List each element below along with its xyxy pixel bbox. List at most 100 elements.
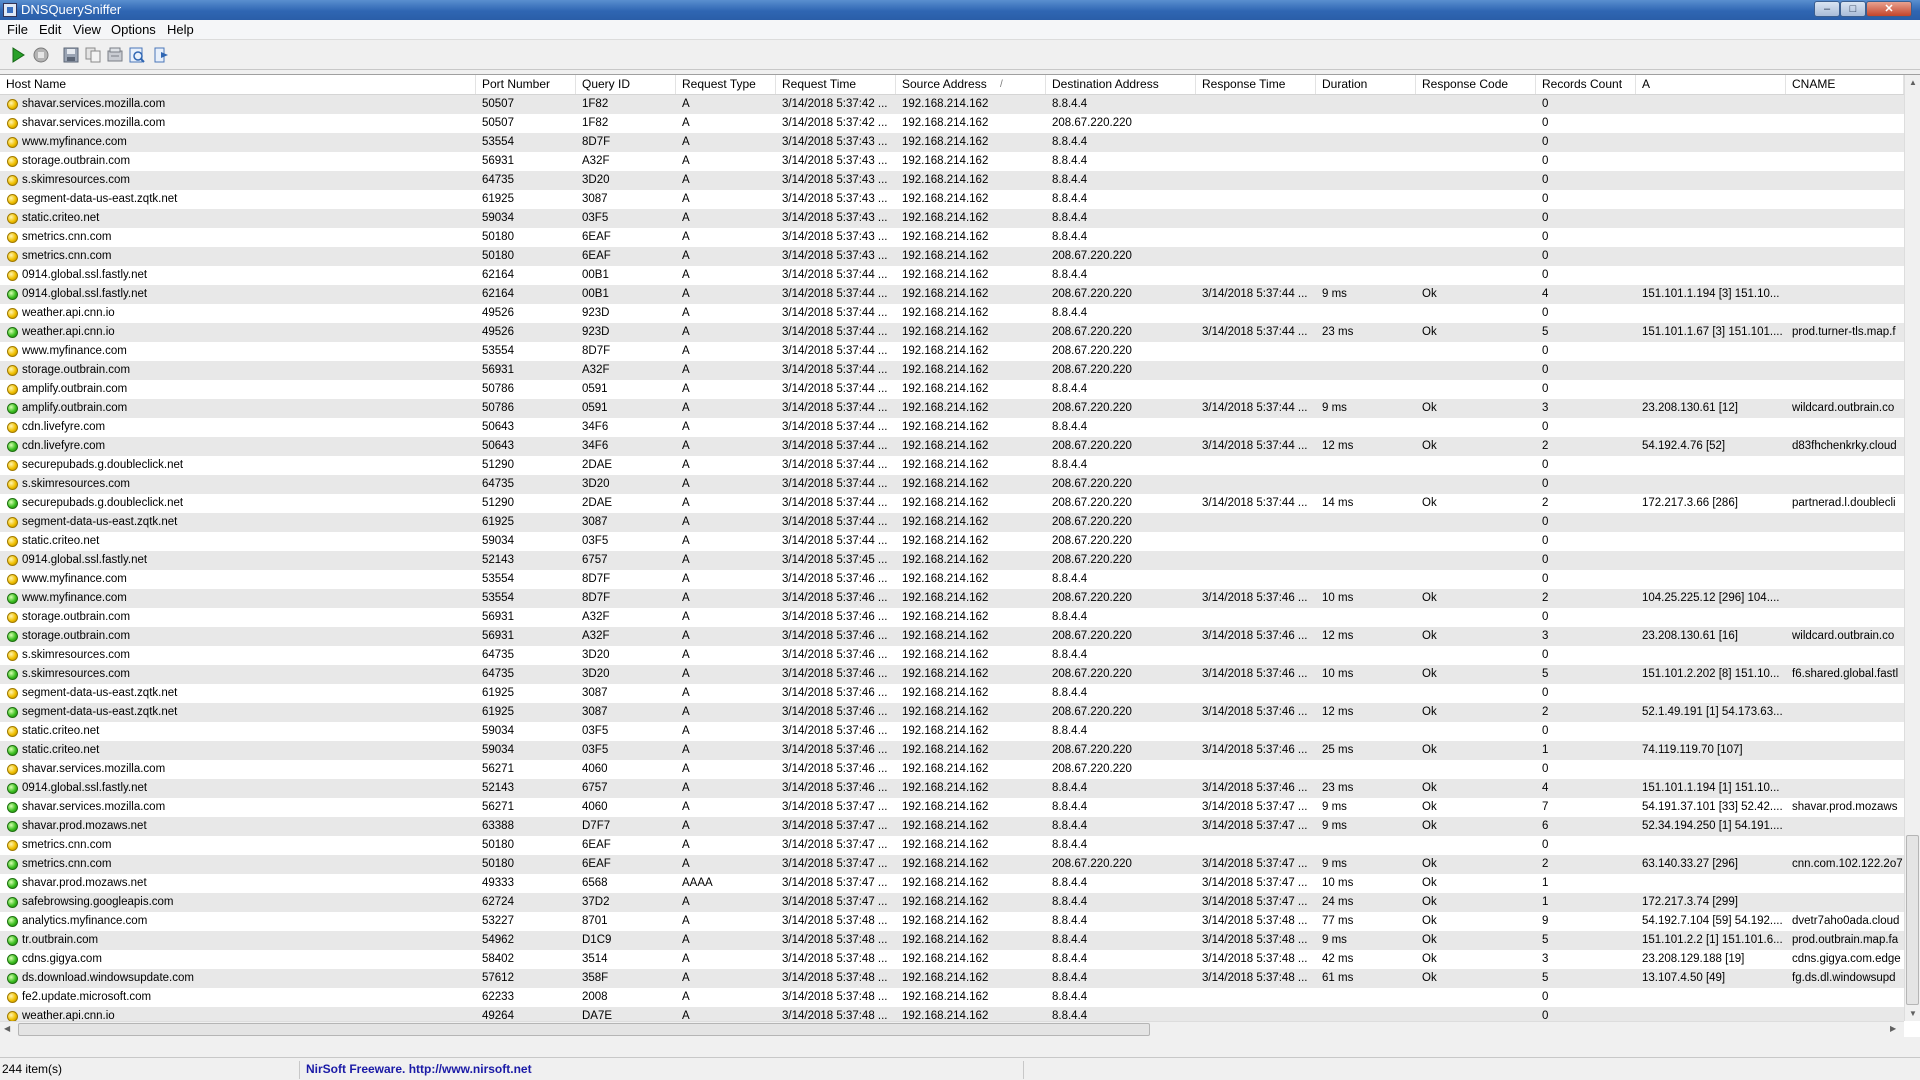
column-header-records-count[interactable]: Records Count	[1536, 75, 1636, 94]
table-row[interactable]: shavar.prod.mozaws.net 63388 D7F7 A 3/14/201…	[0, 817, 1904, 836]
query-list[interactable]: Host Name Port Number Query ID Request Type…	[0, 74, 1920, 1037]
menu-help[interactable]: Help	[167, 23, 194, 37]
scroll-left-icon[interactable]: ◀	[4, 1024, 10, 1034]
cell-a-record	[1636, 114, 1786, 133]
table-row[interactable]: static.criteo.net 59034 03F5 A 3/14/2018 5:3…	[0, 209, 1904, 228]
menu-edit[interactable]: Edit	[39, 23, 61, 37]
menu-view[interactable]: View	[73, 23, 101, 37]
table-row[interactable]: ds.download.windowsupdate.com 57612 358F A 3…	[0, 969, 1904, 988]
table-row[interactable]: storage.outbrain.com 56931 A32F A 3/14/2018 …	[0, 361, 1904, 380]
scroll-up-icon[interactable]: ▲	[1909, 78, 1917, 88]
table-row[interactable]: shavar.services.mozilla.com 50507 1F82 A 3/1…	[0, 114, 1904, 133]
cell-destination-address: 8.8.4.4	[1052, 839, 1088, 851]
cell-source-address: 192.168.214.162	[902, 478, 989, 490]
table-row[interactable]: shavar.services.mozilla.com 56271 4060 A 3/1…	[0, 760, 1904, 779]
vertical-scrollbar[interactable]: ▲ ▼	[1904, 75, 1920, 1021]
table-row[interactable]: static.criteo.net 59034 03F5 A 3/14/2018 5:3…	[0, 722, 1904, 741]
exit-icon[interactable]	[152, 46, 170, 64]
scroll-down-icon[interactable]: ▼	[1909, 1009, 1917, 1019]
horizontal-scroll-thumb[interactable]	[18, 1023, 1150, 1036]
table-row[interactable]: segment-data-us-east.zqtk.net 61925 3087 A 3…	[0, 684, 1904, 703]
column-header-request-time[interactable]: Request Time	[776, 75, 896, 94]
table-row[interactable]: amplify.outbrain.com 50786 0591 A 3/14/2018 …	[0, 399, 1904, 418]
table-row[interactable]: fe2.update.microsoft.com 62233 2008 A 3/14/2…	[0, 988, 1904, 1007]
column-header-source-address[interactable]: Source Address	[896, 75, 1046, 94]
column-header-a-record[interactable]: A	[1636, 75, 1786, 94]
table-row[interactable]: segment-data-us-east.zqtk.net 61925 3087 A 3…	[0, 513, 1904, 532]
table-row[interactable]: amplify.outbrain.com 50786 0591 A 3/14/2018 …	[0, 380, 1904, 399]
table-row[interactable]: segment-data-us-east.zqtk.net 61925 3087 A 3…	[0, 190, 1904, 209]
table-row[interactable]: static.criteo.net 59034 03F5 A 3/14/2018 5:3…	[0, 741, 1904, 760]
table-row[interactable]: shavar.services.mozilla.com 56271 4060 A 3/1…	[0, 798, 1904, 817]
table-row[interactable]: s.skimresources.com 64735 3D20 A 3/14/2018 5…	[0, 171, 1904, 190]
table-row[interactable]: 0914.global.ssl.fastly.net 52143 6757 A 3/14…	[0, 779, 1904, 798]
table-row[interactable]: shavar.prod.mozaws.net 49333 6568 AAAA 3/14/…	[0, 874, 1904, 893]
cell-response-time: 3/14/2018 5:37:47 ...	[1202, 896, 1308, 908]
cell-records-count: 7	[1542, 801, 1549, 813]
column-header-destination-address[interactable]: Destination Address	[1046, 75, 1196, 94]
column-header-cname[interactable]: CNAME	[1786, 75, 1904, 94]
table-row[interactable]: safebrowsing.googleapis.com 62724 37D2 A 3/1…	[0, 893, 1904, 912]
table-row[interactable]: smetrics.cnn.com 50180 6EAF A 3/14/2018 5:37…	[0, 855, 1904, 874]
save-icon[interactable]	[62, 46, 80, 64]
menu-options[interactable]: Options	[111, 23, 156, 37]
table-row[interactable]: www.myfinance.com 53554 8D7F A 3/14/2018 5:3…	[0, 133, 1904, 152]
cell-response-code: Ok	[1422, 915, 1437, 927]
column-header-row: Host Name Port Number Query ID Request Type…	[0, 75, 1904, 95]
scroll-right-icon[interactable]: ▶	[1890, 1024, 1896, 1034]
table-row[interactable]: cdns.gigya.com 58402 3514 A 3/14/2018 5:37:4…	[0, 950, 1904, 969]
column-header-duration[interactable]: Duration	[1316, 75, 1416, 94]
cell-request-time: 3/14/2018 5:37:46 ...	[782, 573, 888, 585]
vertical-scroll-thumb[interactable]	[1906, 835, 1919, 1005]
column-header-port-number[interactable]: Port Number	[476, 75, 576, 94]
table-row[interactable]: storage.outbrain.com 56931 A32F A 3/14/2018 …	[0, 152, 1904, 171]
table-row[interactable]: storage.outbrain.com 56931 A32F A 3/14/2018 …	[0, 627, 1904, 646]
table-row[interactable]: www.myfinance.com 53554 8D7F A 3/14/2018 5:3…	[0, 342, 1904, 361]
cell-response-time: 3/14/2018 5:37:44 ...	[1202, 497, 1308, 509]
table-row[interactable]: s.skimresources.com 64735 3D20 A 3/14/2018 5…	[0, 665, 1904, 684]
close-button[interactable]: ✕	[1866, 1, 1912, 17]
cell-request-type: AAAA	[682, 877, 713, 889]
table-row[interactable]: s.skimresources.com 64735 3D20 A 3/14/2018 5…	[0, 646, 1904, 665]
table-row[interactable]: smetrics.cnn.com 50180 6EAF A 3/14/2018 5:37…	[0, 247, 1904, 266]
table-row[interactable]: shavar.services.mozilla.com 50507 1F82 A 3/1…	[0, 95, 1904, 114]
table-row[interactable]: storage.outbrain.com 56931 A32F A 3/14/2018 …	[0, 608, 1904, 627]
cell-port-number: 59034	[482, 212, 514, 224]
horizontal-scrollbar[interactable]: ◀ ▶	[0, 1021, 1904, 1037]
start-capture-icon[interactable]	[9, 46, 27, 64]
table-row[interactable]: cdn.livefyre.com 50643 34F6 A 3/14/2018 5:37…	[0, 418, 1904, 437]
table-row[interactable]: www.myfinance.com 53554 8D7F A 3/14/2018 5:3…	[0, 570, 1904, 589]
table-row[interactable]: segment-data-us-east.zqtk.net 61925 3087 A 3…	[0, 703, 1904, 722]
stop-capture-icon[interactable]	[32, 46, 50, 64]
column-header-host-name[interactable]: Host Name	[0, 75, 476, 94]
table-row[interactable]: smetrics.cnn.com 50180 6EAF A 3/14/2018 5:37…	[0, 836, 1904, 855]
cell-request-type: A	[682, 573, 690, 585]
table-row[interactable]: analytics.myfinance.com 53227 8701 A 3/14/20…	[0, 912, 1904, 931]
table-row[interactable]: cdn.livefyre.com 50643 34F6 A 3/14/2018 5:37…	[0, 437, 1904, 456]
table-row[interactable]: 0914.global.ssl.fastly.net 52143 6757 A 3/14…	[0, 551, 1904, 570]
table-row[interactable]: tr.outbrain.com 54962 D1C9 A 3/14/2018 5:37:…	[0, 931, 1904, 950]
table-row[interactable]: www.myfinance.com 53554 8D7F A 3/14/2018 5:3…	[0, 589, 1904, 608]
table-row[interactable]: securepubads.g.doubleclick.net 51290 2DAE A…	[0, 494, 1904, 513]
table-row[interactable]: smetrics.cnn.com 50180 6EAF A 3/14/2018 5:37…	[0, 228, 1904, 247]
maximize-button[interactable]: □	[1840, 1, 1866, 17]
cell-port-number: 56931	[482, 155, 514, 167]
minimize-button[interactable]: –	[1814, 1, 1840, 17]
table-row[interactable]: s.skimresources.com 64735 3D20 A 3/14/2018 5…	[0, 475, 1904, 494]
nirsoft-link[interactable]: NirSoft Freeware. http://www.nirsoft.net	[300, 1061, 1024, 1079]
cell-duration: 61 ms	[1322, 972, 1354, 984]
table-row[interactable]: 0914.global.ssl.fastly.net 62164 00B1 A 3/14…	[0, 285, 1904, 304]
column-header-query-id[interactable]: Query ID	[576, 75, 676, 94]
column-header-response-code[interactable]: Response Code	[1416, 75, 1536, 94]
table-row[interactable]: weather.api.cnn.io 49526 923D A 3/14/2018 5:…	[0, 323, 1904, 342]
html-report-icon[interactable]	[128, 46, 146, 64]
column-header-request-type[interactable]: Request Type	[676, 75, 776, 94]
table-row[interactable]: static.criteo.net 59034 03F5 A 3/14/2018 5:3…	[0, 532, 1904, 551]
table-row[interactable]: weather.api.cnn.io 49526 923D A 3/14/2018 5:…	[0, 304, 1904, 323]
column-header-response-time[interactable]: Response Time	[1196, 75, 1316, 94]
properties-icon[interactable]	[106, 46, 124, 64]
table-row[interactable]: 0914.global.ssl.fastly.net 62164 00B1 A 3/14…	[0, 266, 1904, 285]
table-row[interactable]: securepubads.g.doubleclick.net 51290 2DAE A…	[0, 456, 1904, 475]
menu-file[interactable]: File	[7, 23, 28, 37]
copy-icon[interactable]	[84, 46, 102, 64]
